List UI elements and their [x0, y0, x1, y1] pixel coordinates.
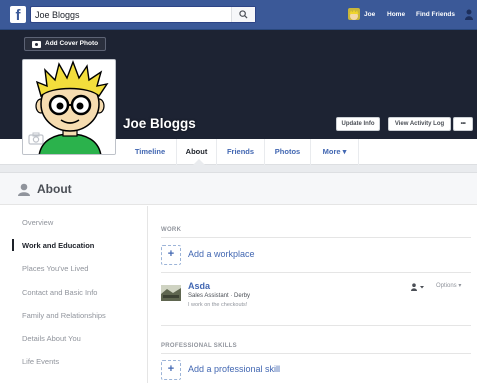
add-workplace-link[interactable]: Add a workplace: [188, 249, 255, 259]
about-header: About: [0, 173, 477, 205]
about-sidebar: Overview Work and Education Places You'v…: [0, 206, 148, 383]
search-input[interactable]: [35, 8, 231, 22]
add-cover-photo-button[interactable]: Add Cover Photo: [24, 37, 106, 51]
about-nav-family[interactable]: Family and Relationships: [22, 311, 106, 320]
job-options-button[interactable]: Options ▾: [436, 282, 461, 289]
about-nav-places[interactable]: Places You've Lived: [22, 264, 88, 273]
camera-icon: [32, 41, 41, 48]
friend-requests-icon[interactable]: [465, 8, 477, 20]
about-nav-work-education[interactable]: Work and Education: [22, 241, 94, 250]
add-skill-row[interactable]: + Add a professional skill: [161, 360, 361, 380]
job-description: I work on the checkouts!: [188, 302, 248, 308]
about-nav-overview[interactable]: Overview: [22, 218, 53, 227]
workplace-photo[interactable]: [161, 285, 181, 301]
camera-icon[interactable]: [28, 132, 44, 145]
profile-picture[interactable]: [22, 59, 116, 155]
tab-timeline[interactable]: Timeline: [124, 139, 177, 165]
divider: [161, 353, 471, 354]
tab-more[interactable]: More ▾: [311, 139, 359, 165]
about-nav-life-events[interactable]: Life Events: [22, 357, 59, 366]
active-tab-pointer: [193, 159, 205, 165]
nav-avatar[interactable]: [348, 8, 360, 20]
job-entry: Asda Sales Assistant · Derby I work on t…: [161, 279, 471, 317]
view-activity-log-button[interactable]: View Activity Log: [388, 117, 451, 131]
search-button[interactable]: [231, 7, 255, 22]
search-icon: [239, 10, 248, 19]
avatar-cartoon-icon: [349, 9, 359, 20]
search-box[interactable]: [30, 6, 256, 23]
divider: [161, 272, 471, 273]
facebook-logo[interactable]: f: [10, 6, 26, 24]
about-title: About: [37, 182, 72, 196]
person-icon: [18, 183, 30, 196]
active-indicator: [12, 239, 14, 251]
privacy-friends-icon[interactable]: [411, 283, 425, 291]
work-section-title: WORK: [161, 227, 182, 233]
plus-icon: +: [161, 245, 181, 265]
skills-section-title: PROFESSIONAL SKILLS: [161, 343, 237, 349]
tab-friends[interactable]: Friends: [217, 139, 265, 165]
nav-find-friends-link[interactable]: Find Friends: [416, 11, 455, 18]
top-navigation-bar: f Joe Home Find Friends: [0, 0, 477, 30]
add-professional-skill-link[interactable]: Add a professional skill: [188, 364, 280, 374]
update-info-button[interactable]: Update Info: [336, 117, 380, 131]
about-nav-contact[interactable]: Contact and Basic Info: [22, 288, 97, 297]
about-nav-details[interactable]: Details About You: [22, 334, 81, 343]
divider: [161, 325, 471, 326]
about-card: About Overview Work and Education Places…: [0, 172, 477, 383]
nav-profile-link[interactable]: Joe: [364, 11, 375, 18]
nav-home-link[interactable]: Home: [387, 11, 405, 18]
add-cover-photo-label: Add Cover Photo: [45, 40, 99, 47]
more-options-button[interactable]: •••: [453, 117, 473, 131]
job-company[interactable]: Asda: [188, 281, 210, 291]
divider: [161, 237, 471, 238]
profile-name[interactable]: Joe Bloggs: [123, 116, 196, 131]
plus-icon: +: [161, 360, 181, 380]
tab-photos[interactable]: Photos: [265, 139, 311, 165]
job-title: Sales Assistant · Derby: [188, 293, 251, 299]
add-workplace-row[interactable]: + Add a workplace: [161, 245, 361, 265]
